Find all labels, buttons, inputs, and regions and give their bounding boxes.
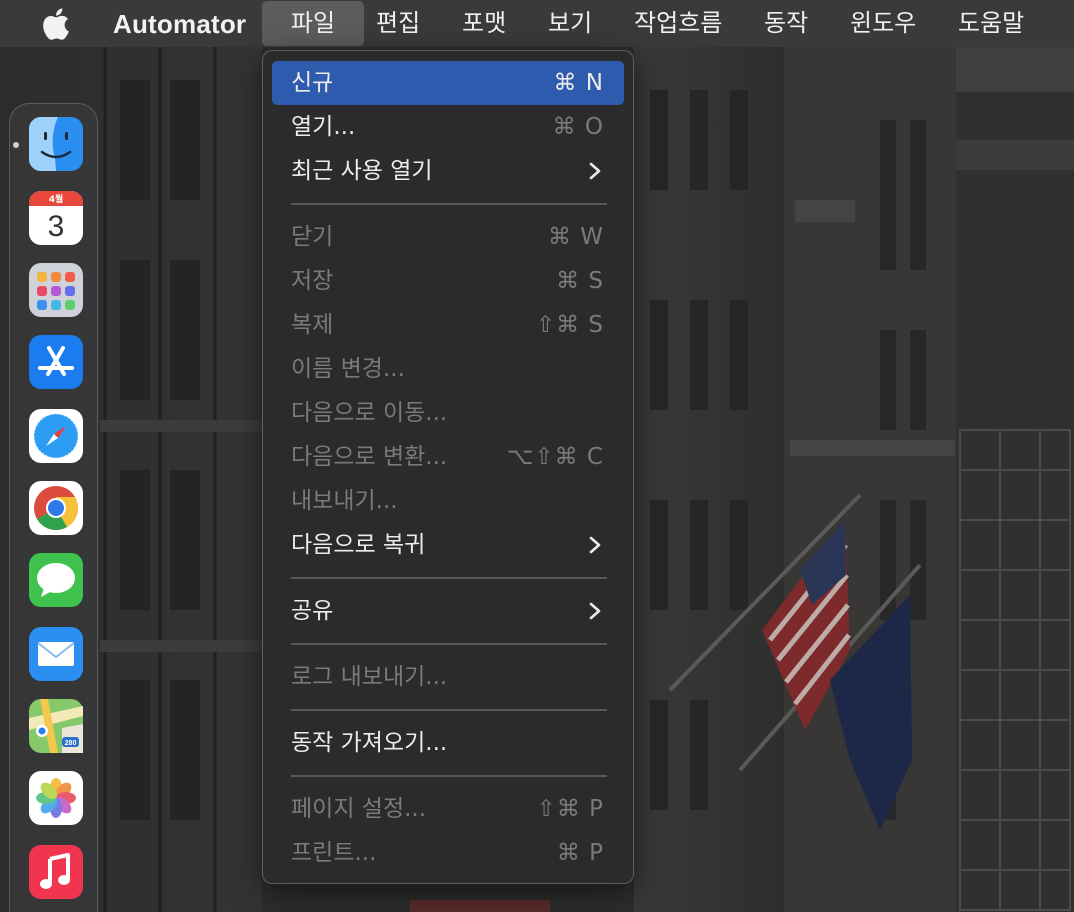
app-store-icon[interactable]	[28, 334, 84, 390]
menu-item-move-to[interactable]: 다음으로 이동...	[272, 391, 624, 435]
maps-route-badge: 280	[65, 740, 77, 747]
menu-action[interactable]: 동작	[764, 0, 808, 47]
menu-item-label: 페이지 설정...	[291, 796, 427, 822]
launchpad-icon[interactable]	[28, 262, 84, 318]
menu-item-shortcut: ⌘ S	[556, 268, 604, 294]
menu-separator	[291, 577, 607, 579]
app-name[interactable]: Automator	[113, 9, 246, 40]
menu-item-share[interactable]: 공유	[272, 589, 624, 633]
menu-item-duplicate[interactable]: 복제 ⇧⌘ S	[272, 303, 624, 347]
menu-item-shortcut: ⌘ W	[547, 224, 604, 250]
menu-separator	[291, 775, 607, 777]
menu-item-save[interactable]: 저장 ⌘ S	[272, 259, 624, 303]
apple-logo-icon[interactable]	[40, 8, 70, 40]
menu-item-label: 공유	[291, 598, 334, 624]
chevron-right-icon	[589, 162, 601, 180]
menu-item-close[interactable]: 닫기 ⌘ W	[272, 215, 624, 259]
menu-item-label: 닫기	[291, 224, 334, 250]
menu-file[interactable]: 파일	[262, 1, 364, 46]
finder-icon[interactable]	[28, 116, 84, 172]
menu-item-new[interactable]: 신규 ⌘ N	[272, 61, 624, 105]
menu-separator	[291, 643, 607, 645]
menu-item-label: 내보내기...	[291, 488, 398, 514]
menu-format[interactable]: 포맷	[462, 0, 506, 47]
menu-item-shortcut: ⌘ P	[556, 840, 604, 866]
menu-item-print[interactable]: 프린트... ⌘ P	[272, 831, 624, 875]
menu-item-shortcut: ⌥⇧⌘ C	[506, 444, 604, 470]
messages-icon[interactable]	[28, 552, 84, 608]
menu-workflow[interactable]: 작업흐름	[634, 0, 722, 47]
menu-item-shortcut: ⇧⌘ S	[535, 312, 604, 338]
menu-item-import-actions[interactable]: 동작 가져오기...	[272, 721, 624, 765]
menu-item-label: 로그 내보내기...	[291, 664, 448, 690]
chevron-right-icon	[589, 602, 601, 620]
menu-help[interactable]: 도움말	[958, 0, 1024, 47]
maps-icon[interactable]: 280	[28, 698, 84, 754]
menu-item-label: 최근 사용 열기	[291, 158, 433, 184]
chevron-right-icon	[589, 536, 601, 554]
running-indicator	[13, 142, 19, 148]
menu-item-label: 저장	[291, 268, 334, 294]
menu-separator	[291, 203, 607, 205]
menu-item-label: 이름 변경...	[291, 356, 405, 382]
music-icon[interactable]	[28, 844, 84, 900]
menu-item-label: 신규	[291, 70, 334, 96]
menu-item-page-setup[interactable]: 페이지 설정... ⇧⌘ P	[272, 787, 624, 831]
menu-item-label: 동작 가져오기...	[291, 730, 448, 756]
menu-edit[interactable]: 편집	[376, 0, 420, 47]
menu-item-label: 다음으로 이동...	[291, 400, 448, 426]
chrome-icon[interactable]	[28, 480, 84, 536]
menu-item-open-recent[interactable]: 최근 사용 열기	[272, 149, 624, 193]
menu-item-label: 열기...	[291, 114, 356, 140]
menu-item-export-log[interactable]: 로그 내보내기...	[272, 655, 624, 699]
menu-bar: Automator 파일 편집 포맷 보기 작업흐름 동작 윈도우 도움말	[0, 0, 1074, 47]
menu-item-shortcut: ⌘ O	[552, 114, 604, 140]
photos-icon[interactable]	[28, 770, 84, 826]
menu-separator	[291, 709, 607, 711]
menu-item-label: 프린트...	[291, 840, 377, 866]
menu-item-shortcut: ⇧⌘ P	[536, 796, 604, 822]
menu-item-rename[interactable]: 이름 변경...	[272, 347, 624, 391]
menu-item-convert-to[interactable]: 다음으로 변환... ⌥⇧⌘ C	[272, 435, 624, 479]
menu-item-label: 다음으로 복귀	[291, 532, 426, 558]
dock: 4월 3 280	[9, 103, 98, 912]
calendar-icon[interactable]: 4월 3	[28, 190, 84, 246]
calendar-day: 3	[48, 210, 65, 243]
menu-view[interactable]: 보기	[548, 0, 592, 47]
mail-icon[interactable]	[28, 626, 84, 682]
menu-item-export[interactable]: 내보내기...	[272, 479, 624, 523]
file-menu-dropdown: 신규 ⌘ N 열기... ⌘ O 최근 사용 열기 닫기 ⌘ W 저장 ⌘ S …	[262, 50, 634, 884]
menu-item-revert-to[interactable]: 다음으로 복귀	[272, 523, 624, 567]
menu-item-label: 다음으로 변환...	[291, 444, 448, 470]
menu-window[interactable]: 윈도우	[850, 0, 916, 47]
menu-item-open[interactable]: 열기... ⌘ O	[272, 105, 624, 149]
menu-item-label: 복제	[291, 312, 334, 338]
menu-item-shortcut: ⌘ N	[553, 70, 604, 96]
calendar-month: 4월	[49, 193, 64, 205]
safari-icon[interactable]	[28, 408, 84, 464]
